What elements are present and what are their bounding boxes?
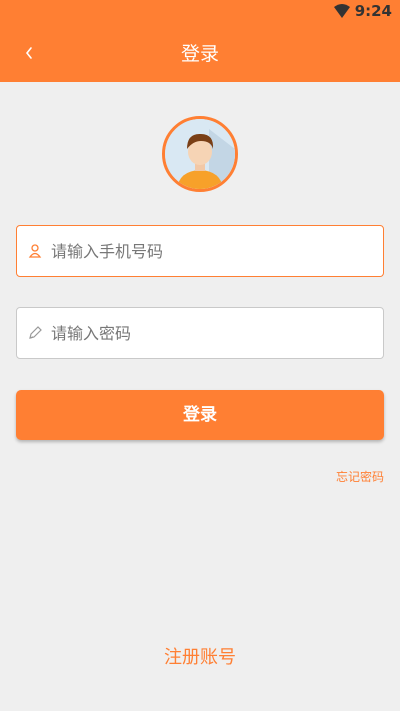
- login-button[interactable]: 登录: [16, 390, 384, 440]
- app-header: 9:24 登录: [0, 0, 400, 82]
- password-field[interactable]: [16, 307, 384, 359]
- status-bar: 9:24: [0, 0, 400, 24]
- avatar: [162, 116, 238, 192]
- register-account-link[interactable]: 注册账号: [0, 643, 400, 669]
- forgot-password-link[interactable]: 忘记密码: [336, 468, 384, 485]
- password-input[interactable]: [51, 308, 371, 358]
- wifi-icon: [334, 4, 350, 18]
- page-title: 登录: [180, 43, 219, 65]
- phone-field[interactable]: [16, 225, 384, 277]
- pencil-icon: [29, 326, 42, 339]
- user-avatar-icon: [165, 119, 235, 189]
- status-time: 9:24: [354, 2, 392, 20]
- login-screen: 9:24 登录 登录 忘记密码: [0, 0, 400, 711]
- user-icon: [28, 244, 42, 258]
- phone-input[interactable]: [51, 226, 371, 276]
